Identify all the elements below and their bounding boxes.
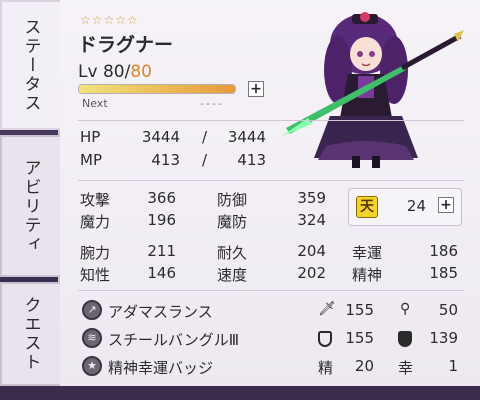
magic-shield-icon bbox=[398, 331, 412, 347]
hp-label: HP bbox=[80, 128, 101, 146]
background-art-bottom bbox=[0, 385, 480, 400]
game-screen: ステータス アビリティ クエスト ☆☆☆☆☆ ドラグナー Lv 80/80 + … bbox=[0, 0, 480, 400]
level-current: 80 bbox=[102, 62, 125, 82]
stat-value: 211 bbox=[147, 242, 176, 260]
stat-label: 魔防 bbox=[217, 213, 248, 231]
tab-quest-label: クエスト bbox=[20, 296, 41, 372]
badge-icon: ★ bbox=[82, 356, 102, 376]
stat-label: 魔力 bbox=[80, 213, 111, 231]
exp-bar bbox=[78, 84, 236, 94]
lance-icon: ↗ bbox=[82, 300, 102, 320]
character-portrait bbox=[282, 12, 464, 168]
rarity-stars: ☆☆☆☆☆ bbox=[80, 13, 139, 27]
equip-name[interactable]: スチールバングルⅢ bbox=[108, 329, 239, 350]
unit-level: Lv 80/80 bbox=[78, 62, 152, 82]
stat-value: 202 bbox=[297, 264, 326, 282]
unit-name: ドラグナー bbox=[78, 34, 174, 56]
mp-label: MP bbox=[80, 151, 102, 169]
level-plus-button[interactable]: + bbox=[248, 81, 264, 97]
stat-label: 知性 bbox=[80, 266, 111, 284]
stat-label: 攻撃 bbox=[80, 191, 111, 209]
mp-max: 413 bbox=[237, 151, 266, 169]
heaven-icon: 天 bbox=[356, 196, 378, 218]
stat-value: 359 bbox=[297, 189, 326, 207]
stat-value: 366 bbox=[147, 189, 176, 207]
equip-stat-b-label: 幸 bbox=[398, 359, 414, 377]
next-label: Next bbox=[82, 97, 108, 110]
equip-stat-a-label: 精 bbox=[318, 359, 334, 377]
equip-stat-b: 139 bbox=[429, 329, 458, 347]
tab-quest[interactable]: クエスト bbox=[0, 282, 60, 386]
stat-value: 185 bbox=[429, 264, 458, 282]
divider bbox=[78, 290, 464, 291]
next-exp-value: ---- bbox=[200, 97, 224, 110]
stat-value: 186 bbox=[429, 242, 458, 260]
hp-current: 3444 bbox=[141, 128, 180, 146]
stat-label: 防御 bbox=[217, 191, 248, 209]
mp-current: 413 bbox=[151, 151, 180, 169]
stat-value: 196 bbox=[147, 211, 176, 229]
equip-stat-b: 1 bbox=[448, 357, 458, 375]
tab-status-label: ステータス bbox=[20, 17, 41, 113]
bangle-icon: ≋ bbox=[82, 328, 102, 348]
hp-max: 3444 bbox=[227, 128, 266, 146]
stat-label: 腕力 bbox=[80, 244, 111, 262]
equip-stat-a: 20 bbox=[354, 357, 374, 375]
divider bbox=[78, 180, 464, 181]
level-prefix: Lv bbox=[78, 62, 98, 82]
tab-ability[interactable]: アビリティ bbox=[0, 135, 60, 277]
stat-label: 速度 bbox=[217, 266, 248, 284]
heaven-plus-button[interactable]: + bbox=[438, 197, 454, 213]
equip-name[interactable]: 精神幸運バッジ bbox=[108, 357, 213, 378]
stat-label: 幸運 bbox=[352, 244, 383, 262]
stat-label: 耐久 bbox=[217, 244, 248, 262]
tab-ability-label: アビリティ bbox=[20, 158, 41, 254]
stat-value: 324 bbox=[297, 211, 326, 229]
stat-value: 146 bbox=[147, 264, 176, 282]
heaven-points-value: 24 bbox=[406, 197, 426, 215]
level-max: 80 bbox=[130, 62, 152, 82]
shield-icon bbox=[318, 331, 332, 347]
equip-stat-a: 155 bbox=[345, 301, 374, 319]
stat-value: 204 bbox=[297, 242, 326, 260]
stat-label: 精神 bbox=[352, 266, 383, 284]
divider bbox=[78, 120, 464, 121]
equip-stat-a: 155 bbox=[345, 329, 374, 347]
staff-icon: ⚲ bbox=[400, 301, 411, 317]
exp-bar-fill bbox=[79, 85, 235, 93]
equip-stat-b: 50 bbox=[438, 301, 458, 319]
equip-name[interactable]: アダマスランス bbox=[108, 301, 213, 322]
tab-status[interactable]: ステータス bbox=[0, 0, 60, 130]
